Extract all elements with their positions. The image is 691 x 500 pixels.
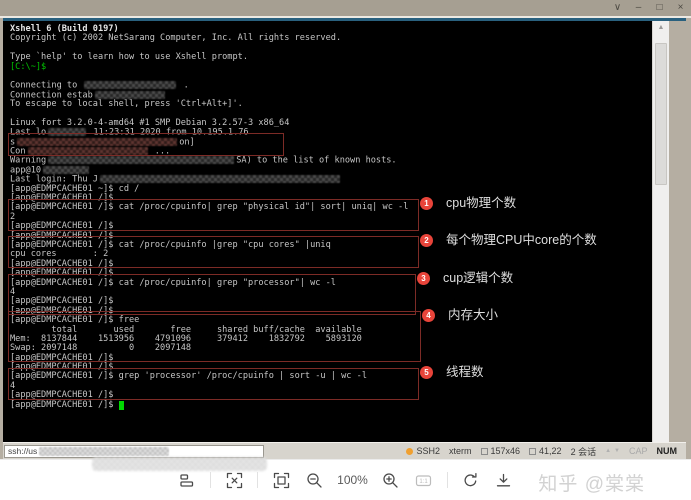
session-count: 2 会话 [571, 445, 597, 458]
cursor-position: 41,22 [529, 446, 562, 456]
actual-size-icon: 1:1 [414, 470, 434, 490]
download-icon[interactable] [494, 470, 514, 490]
terminal-line: To escape to local shell, press 'Ctrl+Al… [10, 100, 652, 109]
rotate-icon[interactable] [461, 470, 481, 490]
protocol-indicator: SSH2 [406, 446, 440, 456]
terminal-cursor [119, 401, 124, 410]
terminal-line: [app@EDMPCACHE01 /]$ cat /proc/cpuinfo| … [10, 279, 652, 288]
size-icon [481, 448, 488, 455]
terminal-content: Xshell 6 (Build 0197)Copyright (c) 2002 … [10, 25, 652, 410]
toolbar-separator [257, 472, 258, 488]
fullscreen-icon[interactable] [224, 470, 244, 490]
redacted-text [17, 138, 177, 146]
zoom-level: 100% [337, 473, 368, 487]
terminal-line: [app@EDMPCACHE01 /]$ [10, 401, 652, 410]
terminal-size: 157x46 [481, 446, 521, 456]
terminal-line: Type `help' to learn how to use Xshell p… [10, 53, 652, 62]
num-lock-indicator: NUM [657, 446, 678, 456]
viewer-toolbar: 100% 1:1 知乎 @棠棠 [0, 459, 691, 500]
terminal-line: [C:\~]$ [10, 63, 652, 72]
terminal-line: WarningSA) to the list of known hosts. [10, 156, 652, 165]
close-button[interactable]: × [670, 0, 691, 16]
scrollbar[interactable]: ▲ [652, 21, 669, 443]
maximize-button[interactable]: □ [649, 0, 670, 16]
arrow-down-icon: ▼ [614, 448, 620, 454]
titlebar: ∨ – □ × [0, 0, 691, 16]
terminal-line: Copyright (c) 2002 NetSarang Computer, I… [10, 34, 652, 43]
terminal-line: [app@EDMPCACHE01 /]$ cat /proc/cpuinfo| … [10, 203, 652, 212]
terminal-line: Last lo 11:23:31 2020 from 10.195.1.76 [10, 128, 652, 137]
terminal[interactable]: Xshell 6 (Build 0197)Copyright (c) 2002 … [3, 21, 652, 443]
connection-status-icon [406, 448, 413, 455]
scroll-arrows[interactable]: ▲▼ [605, 448, 620, 454]
terminal-line: [app@EDMPCACHE01 /]$ grep 'processor' /p… [10, 372, 652, 381]
caps-lock-indicator: CAP [629, 446, 648, 456]
xshell-window: Xshell 6 (Build 0197)Copyright (c) 2002 … [0, 16, 691, 459]
chevron-down-icon[interactable]: ∨ [607, 0, 628, 16]
blur-smudge [92, 457, 267, 471]
redacted-text [100, 175, 340, 183]
terminal-type: xterm [449, 446, 472, 456]
terminal-line [10, 72, 652, 81]
redacted-address [39, 447, 169, 456]
fit-screen-icon[interactable] [271, 470, 291, 490]
redacted-text [48, 128, 86, 136]
terminal-line: app@10 [10, 166, 652, 175]
scroll-up-icon[interactable]: ▲ [653, 21, 669, 34]
terminal-line: Connection estab [10, 91, 652, 100]
redacted-text [43, 166, 89, 174]
terminal-line: son] [10, 138, 652, 147]
minimize-button[interactable]: – [628, 0, 649, 16]
redacted-text [48, 156, 234, 164]
toolbar-separator [447, 472, 448, 488]
layout-icon[interactable] [177, 470, 197, 490]
redacted-text [28, 147, 148, 155]
redacted-text [84, 81, 176, 89]
zoom-in-icon[interactable] [381, 470, 401, 490]
session-address: ssh://us [4, 445, 264, 458]
scrollbar-thumb[interactable] [655, 43, 667, 185]
redacted-text [95, 91, 165, 99]
arrow-up-icon: ▲ [605, 448, 611, 454]
cursor-pos-icon [529, 448, 536, 455]
svg-text:1:1: 1:1 [420, 479, 429, 485]
toolbar-separator [210, 472, 211, 488]
watermark: 知乎 @棠棠 [538, 469, 645, 496]
terminal-line: Connecting to . [10, 81, 652, 90]
zoom-out-icon[interactable] [304, 470, 324, 490]
image-viewer-window: ∨ – □ × Xshell 6 (Build 0197)Copyright (… [0, 0, 691, 500]
